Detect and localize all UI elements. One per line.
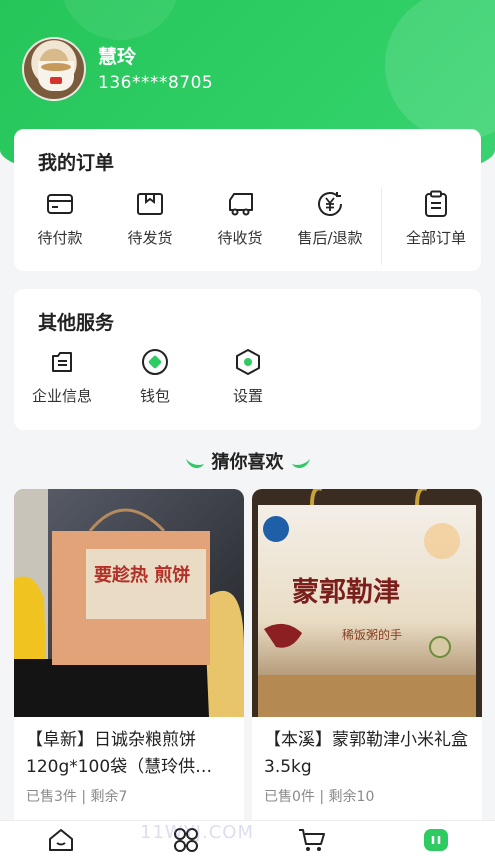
order-pending-payment[interactable]: 待付款 <box>15 189 105 248</box>
product-title: 【本溪】蒙郭勒津小米礼盒3.5kg <box>264 730 468 777</box>
product-image-text: 要趁热 煎饼 <box>94 564 190 586</box>
settings-icon <box>236 349 260 375</box>
order-item-label: 待收货 <box>217 229 263 247</box>
service-item-label: 企业信息 <box>31 387 92 405</box>
product-image[interactable]: 要趁热 煎饼 <box>14 489 244 717</box>
order-item-label: 售后/退款 <box>297 229 363 247</box>
order-item-label: 待付款 <box>37 229 83 247</box>
orders-title: 我的订单 <box>38 152 115 174</box>
yuan-refund-icon <box>318 192 342 216</box>
order-all[interactable]: 全部订单 <box>391 189 481 248</box>
recommend-header: 猜你喜欢 <box>0 448 495 474</box>
product-image-text: 蒙郭勒津 <box>292 577 400 608</box>
order-item-label: 全部订单 <box>405 229 466 247</box>
product-meta: 已售0件 | 剩余10 <box>264 789 375 805</box>
service-wallet[interactable]: 钱包 <box>110 347 200 406</box>
product-sold: 已售0件 <box>264 789 315 805</box>
orders-card: 我的订单 待付款 待发货 待收货 售后/退款 全部订单 <box>14 129 481 271</box>
product-sold: 已售3件 <box>26 789 77 805</box>
decorative-circle <box>60 0 180 40</box>
order-item-label: 待发货 <box>127 229 173 247</box>
divider <box>381 187 382 265</box>
user-name: 慧玲 <box>98 46 137 68</box>
order-pending-receipt[interactable]: 待收货 <box>195 189 285 248</box>
watermark: 11WYJ.COM <box>140 822 254 843</box>
leaf-icon <box>291 459 310 469</box>
product-image-subtext: 稀饭粥的手 <box>342 627 402 642</box>
product-card[interactable]: 要趁热 煎饼 【阜新】日诚杂粮煎饼120g*100袋（慧玲供… 已售3件 | 剩… <box>14 489 244 829</box>
cart-icon[interactable] <box>297 827 327 853</box>
box-icon <box>137 193 163 215</box>
product-title: 【阜新】日诚杂粮煎饼120g*100袋（慧玲供… <box>26 730 213 777</box>
service-item-label: 设置 <box>232 387 263 405</box>
decorative-circle <box>385 0 495 140</box>
product-meta: 已售3件 | 剩余7 <box>26 789 128 805</box>
service-item-label: 钱包 <box>139 387 170 405</box>
avatar[interactable] <box>22 37 86 101</box>
company-info-icon <box>52 352 72 372</box>
order-after-sales[interactable]: 售后/退款 <box>285 189 375 248</box>
card-icon <box>47 194 73 214</box>
order-pending-shipment[interactable]: 待发货 <box>105 189 195 248</box>
profile-icon[interactable] <box>421 827 451 853</box>
service-company-info[interactable]: 企业信息 <box>17 347 107 406</box>
recommend-title: 猜你喜欢 <box>211 452 284 473</box>
home-icon[interactable] <box>46 827 76 853</box>
product-card[interactable]: 蒙郭勒津 稀饭粥的手 【本溪】蒙郭勒津小米礼盒3.5kg 已售0件 | 剩余10 <box>252 489 482 829</box>
product-image[interactable]: 蒙郭勒津 稀饭粥的手 <box>252 489 482 717</box>
wallet-icon <box>142 349 168 375</box>
service-settings[interactable]: 设置 <box>203 347 293 406</box>
leaf-icon <box>185 459 204 469</box>
product-stock: 剩余10 <box>328 789 375 805</box>
user-phone: 136****8705 <box>98 73 214 93</box>
services-card: 其他服务 企业信息 钱包 设置 <box>14 289 481 430</box>
clipboard-icon <box>425 190 447 217</box>
product-stock: 剩余7 <box>90 789 128 805</box>
services-title: 其他服务 <box>38 312 115 334</box>
truck-icon <box>229 193 253 216</box>
